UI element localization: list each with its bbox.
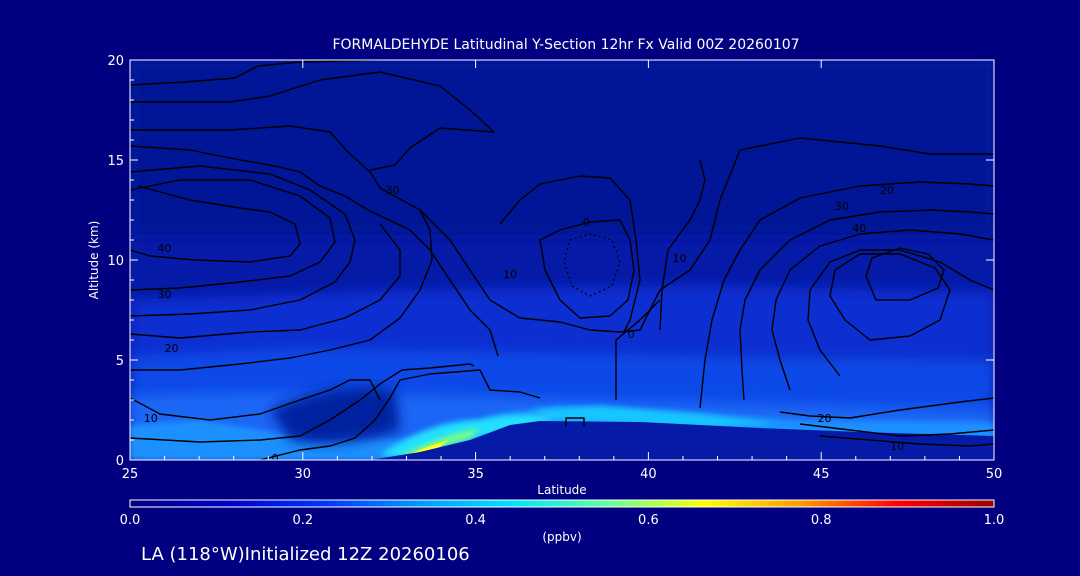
contour-label: 0 (583, 216, 590, 229)
colorbar-tick-label: 0.8 (811, 513, 832, 528)
x-tick-label: 50 (986, 467, 1003, 482)
contour-label: 40 (852, 222, 866, 235)
chart-title: FORMALDEHYDE Latitudinal Y-Section 12hr … (332, 37, 799, 53)
y-tick-label: 20 (107, 54, 124, 69)
footer-initialized: LA (118°W)Initialized 12Z 20260106 (141, 544, 470, 565)
contour-label: 10 (890, 440, 904, 453)
contour-label: 20 (880, 184, 894, 197)
colorbar-tick-label: 0.0 (120, 513, 141, 528)
y-tick-label: 15 (107, 154, 124, 169)
plot-area: 403020100301000102030402010 (130, 60, 994, 465)
colorbar-tick-label: 0.6 (638, 513, 659, 528)
colorbar-unit-label: (ppbv) (542, 530, 581, 544)
x-axis-label: Latitude (537, 483, 586, 497)
colorbar-ticks: 0.0 0.2 0.4 0.6 0.8 1.0 (120, 513, 1005, 528)
contour-label: 30 (835, 200, 849, 213)
y-tick-label: 0 (116, 454, 124, 469)
y-tick-label: 5 (116, 354, 124, 369)
contour-label: 10 (503, 268, 517, 281)
chart-canvas: FORMALDEHYDE Latitudinal Y-Section 12hr … (87, 37, 1005, 565)
contour-label: 30 (158, 288, 172, 301)
x-tick-label: 25 (122, 467, 139, 482)
contour-label: 0 (272, 452, 279, 465)
x-tick-label: 40 (640, 467, 657, 482)
upper-dark-band (130, 60, 994, 235)
colorbar-tick-label: 0.2 (292, 513, 313, 528)
y-tick-label: 10 (107, 254, 124, 269)
contour-label: 20 (818, 412, 832, 425)
colorbar-strip (129, 499, 995, 508)
contour-label: 0 (628, 328, 635, 341)
y-axis-label: Altitude (km) (87, 221, 101, 300)
contour-label: 40 (158, 242, 172, 255)
colorbar-tick-label: 1.0 (984, 513, 1005, 528)
contour-label: 30 (386, 184, 400, 197)
contour-label: 20 (164, 342, 178, 355)
colorbar: 0.0 0.2 0.4 0.6 0.8 1.0 (ppbv) (120, 499, 1005, 544)
colorbar-tick-label: 0.4 (465, 513, 486, 528)
x-tick-label: 45 (813, 467, 830, 482)
x-tick-label: 30 (295, 467, 312, 482)
contour-label: 10 (144, 412, 158, 425)
x-tick-label: 35 (467, 467, 484, 482)
contour-label: 10 (673, 252, 687, 265)
